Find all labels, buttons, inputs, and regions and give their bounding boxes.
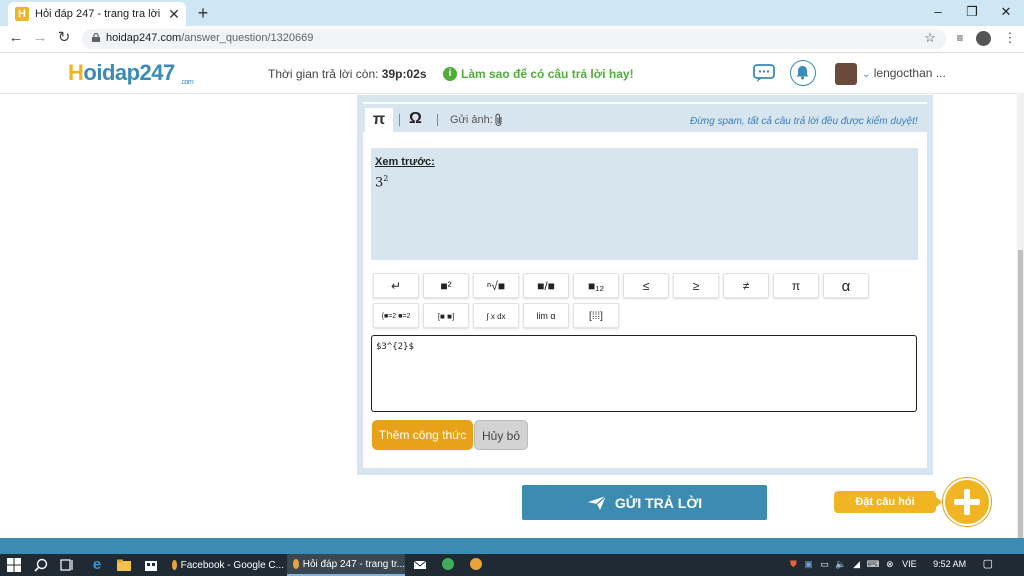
power-button[interactable]: ■²	[423, 273, 469, 298]
user-avatar[interactable]	[835, 63, 857, 85]
preview-math: 32	[375, 174, 389, 191]
store-icon[interactable]	[143, 557, 159, 573]
forward-icon[interactable]: →	[30, 28, 50, 48]
matrix-button[interactable]: [■ ■]	[423, 303, 469, 328]
restore-icon[interactable]: ❐	[957, 3, 987, 21]
tab-title: Hỏi đáp 247 - trang tra lời	[35, 8, 161, 20]
site-footer-bar	[0, 538, 1024, 554]
scrollbar-thumb[interactable]	[1018, 250, 1023, 538]
integral-button[interactable]: ∫ x dx	[473, 303, 519, 328]
close-tab-icon[interactable]: ✕	[166, 6, 182, 23]
chat-icon[interactable]	[753, 63, 775, 83]
lock-icon	[92, 33, 100, 42]
username-menu[interactable]: ⌄ lengocthan ...	[862, 66, 946, 80]
chevron-down-icon: ⌄	[862, 69, 871, 80]
moderation-notice: Đừng spam, tất cả câu trả lời đều được k…	[690, 116, 918, 127]
subscript-button[interactable]: ■₁₂	[573, 273, 619, 298]
fraction-button[interactable]: ■/■	[523, 273, 569, 298]
paper-plane-icon	[587, 495, 607, 510]
file-explorer-icon[interactable]	[116, 557, 132, 573]
less-equal-button[interactable]: ≤	[623, 273, 669, 298]
system-tray[interactable]: ⛊ ▣ ▭ 🔈 ◢ ⌨ ⊗ VIE 9:52 AM ▢	[790, 557, 993, 570]
edge-icon[interactable]: e	[89, 557, 105, 573]
notification-bell-icon[interactable]	[790, 60, 816, 86]
mail-icon[interactable]	[412, 557, 428, 573]
ask-question-label[interactable]: Đặt câu hỏi	[834, 491, 936, 513]
plus-icon	[954, 489, 980, 515]
newline-button[interactable]: ↵	[373, 273, 419, 298]
task-view-icon[interactable]	[59, 557, 75, 573]
search-icon[interactable]	[33, 557, 49, 573]
answer-tip-link[interactable]: i Làm sao để có câu trả lời hay!	[443, 67, 634, 81]
chrome-icon[interactable]	[470, 558, 482, 570]
system-button[interactable]: {■=2 ■=2	[373, 303, 419, 328]
taskbar-app-hoidap[interactable]: Hỏi đáp 247 - trang tr...	[287, 554, 405, 576]
math-tab[interactable]: π	[365, 108, 393, 134]
ask-label-arrow	[935, 496, 942, 508]
answer-timer: Thời gian trả lời còn: 39p:02s	[268, 67, 427, 81]
close-window-icon[interactable]: ✕	[991, 3, 1021, 21]
root-button[interactable]: ⁿ√■	[473, 273, 519, 298]
not-equal-button[interactable]: ≠	[723, 273, 769, 298]
add-formula-button[interactable]: Thêm công thức	[372, 420, 473, 450]
limit-button[interactable]: lim α	[523, 303, 569, 328]
site-logo[interactable]: Hoidap247 .com	[68, 60, 194, 86]
volume-icon: 🔈	[835, 559, 847, 569]
clock: 9:52 AM	[933, 559, 967, 569]
greater-equal-button[interactable]: ≥	[673, 273, 719, 298]
ask-question-plus-button[interactable]	[943, 478, 991, 526]
chrome-icon	[172, 560, 177, 570]
send-image-label: Gửi ảnh:	[450, 114, 493, 126]
back-icon[interactable]: ←	[6, 28, 26, 48]
profile-icon[interactable]	[976, 31, 991, 46]
browser-tab[interactable]: H Hỏi đáp 247 - trang tra lời ✕	[8, 2, 186, 26]
chrome-icon	[293, 559, 299, 569]
wifi-icon: ◢	[853, 559, 860, 569]
alpha-button[interactable]: α	[823, 273, 869, 298]
close-circle-icon: ⊗	[886, 559, 894, 569]
language-indicator: VIE	[902, 559, 917, 569]
app-green-icon[interactable]	[442, 558, 454, 570]
preview-box	[371, 148, 918, 260]
pi-button[interactable]: π	[773, 273, 819, 298]
minimize-icon[interactable]: –	[923, 3, 953, 21]
windows-start-icon[interactable]	[6, 557, 22, 573]
url-text: hoidap247.com/answer_question/1320669	[106, 32, 314, 44]
notification-center-icon: ▢	[982, 558, 994, 570]
table-button[interactable]: [⁞⁞⁞]	[573, 303, 619, 328]
symbol-tab[interactable]: Ω	[409, 110, 422, 128]
shield-icon: ⛊	[790, 559, 797, 569]
taskbar-app-facebook[interactable]: Facebook - Google C...	[166, 554, 284, 576]
paperclip-icon[interactable]	[494, 113, 504, 130]
reload-icon[interactable]: ↻	[54, 28, 74, 48]
site-favicon: H	[15, 7, 29, 21]
bookmark-star-icon[interactable]: ☆	[920, 28, 940, 48]
preview-label: Xem trước:	[375, 156, 435, 168]
battery-icon: ▭	[820, 559, 829, 569]
divider	[399, 114, 400, 126]
network-app-icon: ▣	[804, 559, 813, 569]
menu-icon[interactable]: ⋮	[1000, 28, 1020, 48]
latex-input[interactable]	[371, 335, 917, 412]
keyboard-icon: ⌨	[866, 559, 880, 569]
new-tab-button[interactable]: +	[194, 3, 212, 23]
cancel-button[interactable]: Hủy bỏ	[474, 420, 528, 450]
submit-answer-button[interactable]: GỬI TRẢ LỜI	[522, 485, 767, 520]
divider	[437, 114, 438, 126]
info-icon: i	[443, 67, 457, 81]
media-icon[interactable]: ≡	[950, 28, 970, 48]
